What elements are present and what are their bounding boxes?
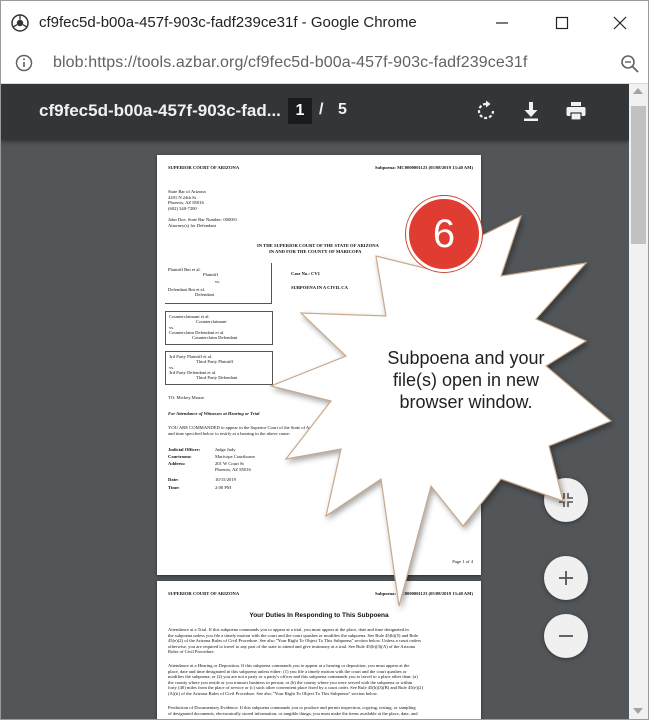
browser-window: cf9fec5d-b00a-457f-903c-fadf239ce31f - G… xyxy=(0,0,649,720)
callout-text: Subpoena and your file(s) open in new br… xyxy=(387,348,545,412)
step-number-badge: 6 xyxy=(406,196,482,272)
